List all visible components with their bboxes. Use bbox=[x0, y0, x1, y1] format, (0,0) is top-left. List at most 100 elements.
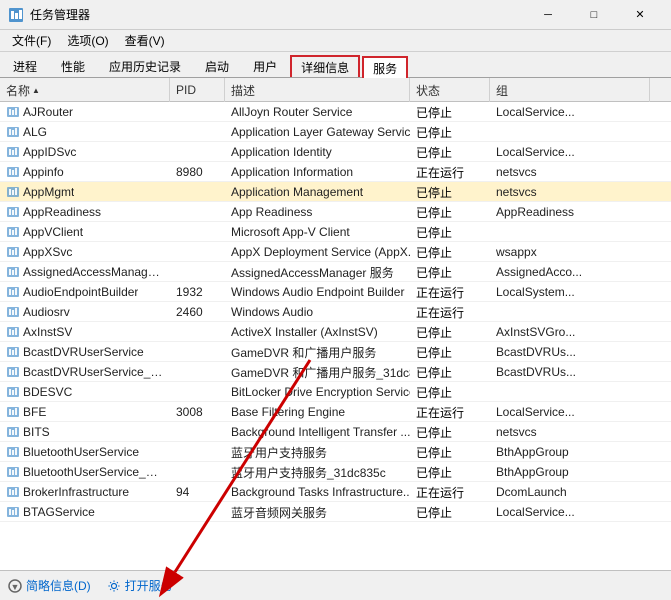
table-row[interactable]: AppIDSvcApplication Identity已停止LocalServ… bbox=[0, 142, 671, 162]
table-row[interactable]: AudioEndpointBuilder1932Windows Audio En… bbox=[0, 282, 671, 302]
table-row[interactable]: AppXSvcAppX Deployment Service (AppX...已… bbox=[0, 242, 671, 262]
table-row[interactable]: BDESVCBitLocker Drive Encryption Service… bbox=[0, 382, 671, 402]
cell-name: AssignedAccessManager... bbox=[0, 262, 170, 282]
cell-group: wsappx bbox=[490, 242, 650, 262]
cell-name: AudioEndpointBuilder bbox=[0, 282, 170, 302]
cell-pid bbox=[170, 242, 225, 262]
cell-status: 已停止 bbox=[410, 442, 490, 462]
cell-desc: Windows Audio Endpoint Builder bbox=[225, 282, 410, 302]
table-row[interactable]: BFE3008Base Filtering Engine正在运行LocalSer… bbox=[0, 402, 671, 422]
cell-status: 已停止 bbox=[410, 462, 490, 482]
table-body[interactable]: AJRouterAllJoyn Router Service已停止LocalSe… bbox=[0, 102, 671, 570]
cell-status: 已停止 bbox=[410, 102, 490, 122]
tab-bar: 进程 性能 应用历史记录 启动 用户 详细信息 服务 bbox=[0, 52, 671, 78]
taskmanager-icon bbox=[8, 7, 24, 23]
service-icon bbox=[6, 225, 20, 239]
tab-process[interactable]: 进程 bbox=[2, 55, 48, 77]
cell-group: AppReadiness bbox=[490, 202, 650, 222]
cell-status: 已停止 bbox=[410, 222, 490, 242]
cell-name: Audiosrv bbox=[0, 302, 170, 322]
title-bar-left: 任务管理器 bbox=[8, 6, 90, 23]
summary-section: ▼ 简略信息(D) bbox=[8, 577, 91, 594]
cell-pid bbox=[170, 262, 225, 282]
summary-button[interactable]: 简略信息(D) bbox=[26, 577, 91, 594]
cell-name: BrokerInfrastructure bbox=[0, 482, 170, 502]
title-bar: 任务管理器 ─ □ ✕ bbox=[0, 0, 671, 30]
cell-group: BcastDVRUs... bbox=[490, 362, 650, 382]
tab-performance[interactable]: 性能 bbox=[50, 55, 96, 77]
cell-group: BthAppGroup bbox=[490, 442, 650, 462]
cell-desc: 蓝牙音频网关服务 bbox=[225, 502, 410, 522]
summary-icon: ▼ bbox=[8, 579, 22, 593]
open-services-section: 打开服务 bbox=[107, 577, 173, 594]
cell-pid bbox=[170, 122, 225, 142]
close-button[interactable]: ✕ bbox=[617, 0, 663, 30]
cell-desc: GameDVR 和广播用户服务 bbox=[225, 342, 410, 362]
table-row[interactable]: AJRouterAllJoyn Router Service已停止LocalSe… bbox=[0, 102, 671, 122]
table-row[interactable]: BluetoothUserService_31...蓝牙用户支持服务_31dc8… bbox=[0, 462, 671, 482]
col-name[interactable]: 名称 ▲ bbox=[0, 78, 170, 102]
minimize-button[interactable]: ─ bbox=[525, 0, 571, 30]
cell-group: BcastDVRUs... bbox=[490, 342, 650, 362]
table-row[interactable]: AxInstSVActiveX Installer (AxInstSV)已停止A… bbox=[0, 322, 671, 342]
table-row[interactable]: BTAGService蓝牙音频网关服务已停止LocalService... bbox=[0, 502, 671, 522]
col-status[interactable]: 状态 bbox=[410, 78, 490, 102]
cell-status: 已停止 bbox=[410, 382, 490, 402]
cell-status: 正在运行 bbox=[410, 282, 490, 302]
table-row[interactable]: BluetoothUserService蓝牙用户支持服务已停止BthAppGro… bbox=[0, 442, 671, 462]
service-icon bbox=[6, 285, 20, 299]
cell-name: BTAGService bbox=[0, 502, 170, 522]
table-row[interactable]: Audiosrv2460Windows Audio正在运行 bbox=[0, 302, 671, 322]
tab-users[interactable]: 用户 bbox=[242, 55, 288, 77]
service-icon bbox=[6, 365, 20, 379]
maximize-button[interactable]: □ bbox=[571, 0, 617, 30]
tab-startup[interactable]: 启动 bbox=[194, 55, 240, 77]
cell-status: 已停止 bbox=[410, 122, 490, 142]
cell-pid bbox=[170, 102, 225, 122]
tab-services[interactable]: 服务 bbox=[362, 56, 408, 78]
cell-name: AppReadiness bbox=[0, 202, 170, 222]
cell-desc: Application Management bbox=[225, 182, 410, 202]
gear-icon bbox=[107, 579, 121, 593]
cell-desc: Background Intelligent Transfer ... bbox=[225, 422, 410, 442]
table-row[interactable]: AssignedAccessManager...AssignedAccessMa… bbox=[0, 262, 671, 282]
cell-group: LocalService... bbox=[490, 402, 650, 422]
table-row[interactable]: AppReadinessApp Readiness已停止AppReadiness bbox=[0, 202, 671, 222]
col-group[interactable]: 组 bbox=[490, 78, 650, 102]
cell-group: BthAppGroup bbox=[490, 462, 650, 482]
service-icon bbox=[6, 505, 20, 519]
cell-pid bbox=[170, 462, 225, 482]
cell-desc: 蓝牙用户支持服务_31dc835c bbox=[225, 462, 410, 482]
tab-app-history[interactable]: 应用历史记录 bbox=[98, 55, 192, 77]
cell-status: 已停止 bbox=[410, 202, 490, 222]
service-icon bbox=[6, 305, 20, 319]
menu-view[interactable]: 查看(V) bbox=[117, 30, 173, 52]
service-icon bbox=[6, 465, 20, 479]
cell-pid: 3008 bbox=[170, 402, 225, 422]
table-row[interactable]: Appinfo8980Application Information正在运行ne… bbox=[0, 162, 671, 182]
table-row[interactable]: BITSBackground Intelligent Transfer ...已… bbox=[0, 422, 671, 442]
menu-options[interactable]: 选项(O) bbox=[59, 30, 116, 52]
col-pid[interactable]: PID bbox=[170, 78, 225, 102]
table-row[interactable]: BcastDVRUserService_31...GameDVR 和广播用户服务… bbox=[0, 362, 671, 382]
cell-group bbox=[490, 122, 650, 142]
table-row[interactable]: AppVClientMicrosoft App-V Client已停止 bbox=[0, 222, 671, 242]
cell-desc: Application Identity bbox=[225, 142, 410, 162]
cell-group: LocalSystem... bbox=[490, 282, 650, 302]
cell-desc: Application Layer Gateway Service bbox=[225, 122, 410, 142]
table-row[interactable]: ALGApplication Layer Gateway Service已停止 bbox=[0, 122, 671, 142]
service-icon bbox=[6, 385, 20, 399]
col-desc[interactable]: 描述 bbox=[225, 78, 410, 102]
cell-name: BcastDVRUserService_31... bbox=[0, 362, 170, 382]
cell-name: BFE bbox=[0, 402, 170, 422]
menu-file[interactable]: 文件(F) bbox=[4, 30, 59, 52]
open-services-button[interactable]: 打开服务 bbox=[125, 577, 173, 594]
table-row[interactable]: BrokerInfrastructure94Background Tasks I… bbox=[0, 482, 671, 502]
cell-group bbox=[490, 382, 650, 402]
cell-group: DcomLaunch bbox=[490, 482, 650, 502]
service-icon bbox=[6, 345, 20, 359]
cell-pid: 94 bbox=[170, 482, 225, 502]
table-row[interactable]: AppMgmtApplication Management已停止netsvcs bbox=[0, 182, 671, 202]
table-row[interactable]: BcastDVRUserServiceGameDVR 和广播用户服务已停止Bca… bbox=[0, 342, 671, 362]
tab-details[interactable]: 详细信息 bbox=[290, 55, 360, 77]
